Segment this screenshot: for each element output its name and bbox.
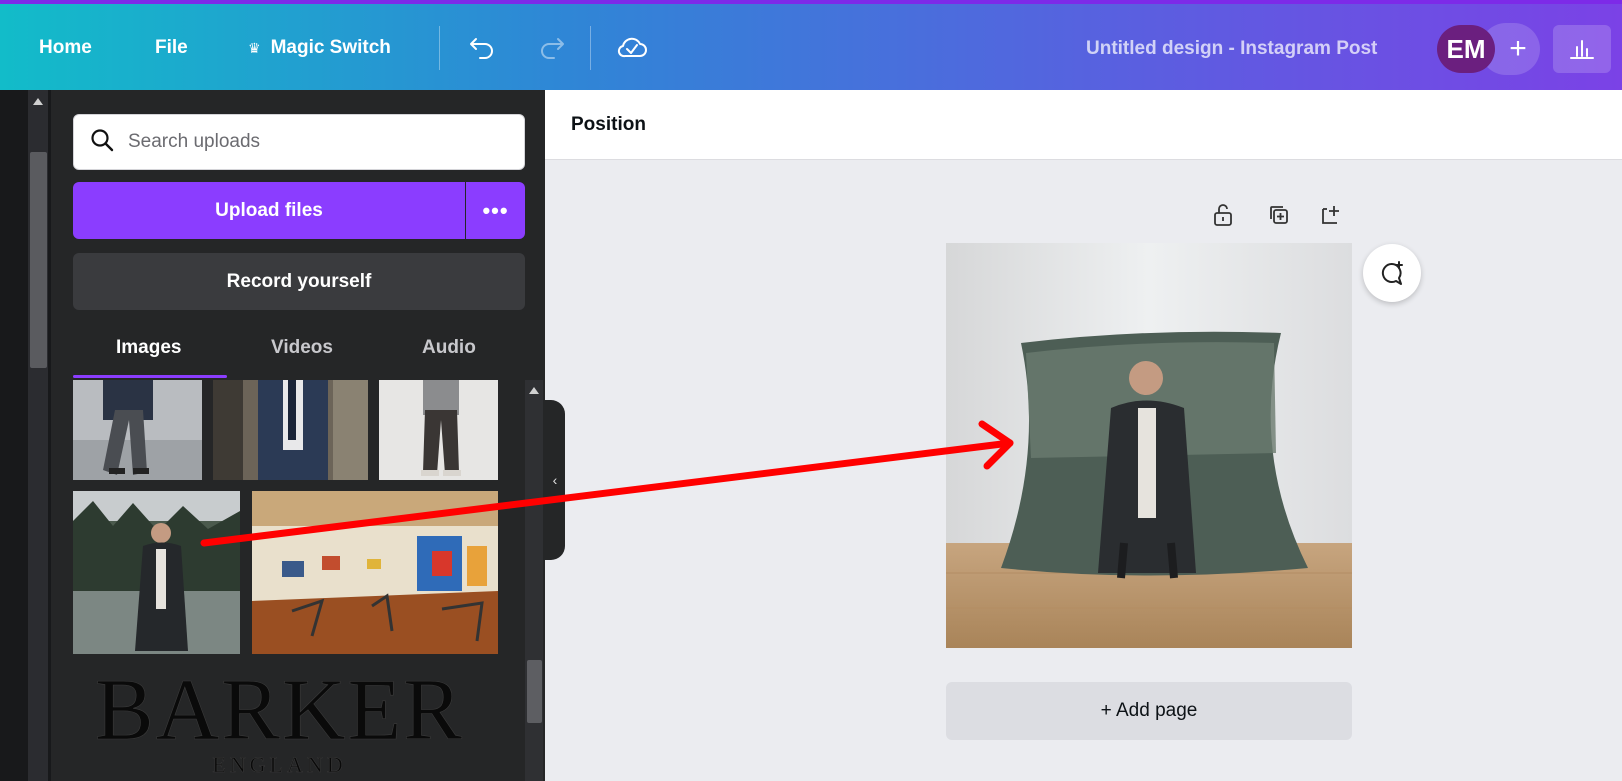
magic-switch-label: Magic Switch (270, 37, 391, 58)
collapse-panel-button[interactable]: ‹ (545, 400, 565, 560)
rail-scrollbar-thumb[interactable] (30, 152, 47, 368)
magic-switch-button[interactable]: ♛ Magic Switch (248, 36, 391, 60)
duplicate-page-icon[interactable] (1266, 202, 1292, 228)
uploaded-image-thumbnail[interactable] (379, 380, 498, 480)
barker-logo-image[interactable]: BARKER ENGLAND (73, 668, 486, 781)
context-toolbar (545, 90, 1622, 160)
design-page[interactable] (946, 243, 1352, 648)
panel-scrollbar-thumb[interactable] (527, 660, 542, 723)
upload-files-button[interactable]: Upload files (73, 182, 465, 239)
uploaded-image-thumbnail[interactable] (73, 380, 202, 480)
scroll-up-icon[interactable] (529, 387, 539, 394)
scroll-up-icon[interactable] (33, 98, 43, 105)
avatar[interactable]: EM (1437, 25, 1495, 73)
undo-icon[interactable] (465, 30, 499, 64)
top-bar: Home File ♛ Magic Switch Untitled design… (0, 0, 1622, 90)
file-menu[interactable]: File (155, 36, 188, 60)
uploaded-image-thumbnail[interactable] (252, 491, 498, 654)
barker-logo-text: BARKER (95, 668, 464, 759)
upload-more-options-button[interactable]: ••• (466, 182, 525, 239)
cloud-saved-icon[interactable] (615, 30, 649, 64)
divider (590, 26, 591, 70)
tab-videos[interactable]: Videos (271, 336, 333, 360)
redo-icon[interactable] (535, 30, 569, 64)
document-title[interactable]: Untitled design - Instagram Post (1086, 37, 1377, 61)
add-page-button[interactable]: + Add page (946, 682, 1352, 740)
uploaded-image-thumbnail[interactable] (213, 380, 368, 480)
add-comment-icon[interactable] (1363, 244, 1421, 302)
tab-audio[interactable]: Audio (422, 336, 476, 360)
tab-images[interactable]: Images (116, 336, 181, 360)
active-tab-indicator (73, 375, 227, 378)
add-page-icon[interactable] (1318, 202, 1344, 228)
position-button[interactable]: Position (571, 114, 646, 136)
home-menu[interactable]: Home (39, 36, 92, 60)
chevron-left-icon: ‹ (552, 472, 558, 488)
search-input[interactable] (128, 131, 508, 153)
divider (439, 26, 440, 70)
lock-icon[interactable] (1210, 202, 1236, 228)
uploaded-image-thumbnail[interactable] (73, 491, 240, 654)
record-yourself-button[interactable]: Record yourself (73, 253, 525, 310)
crown-icon: ♛ (248, 40, 261, 56)
search-box[interactable] (73, 114, 525, 170)
search-icon (90, 128, 114, 157)
insights-icon[interactable] (1553, 25, 1611, 73)
